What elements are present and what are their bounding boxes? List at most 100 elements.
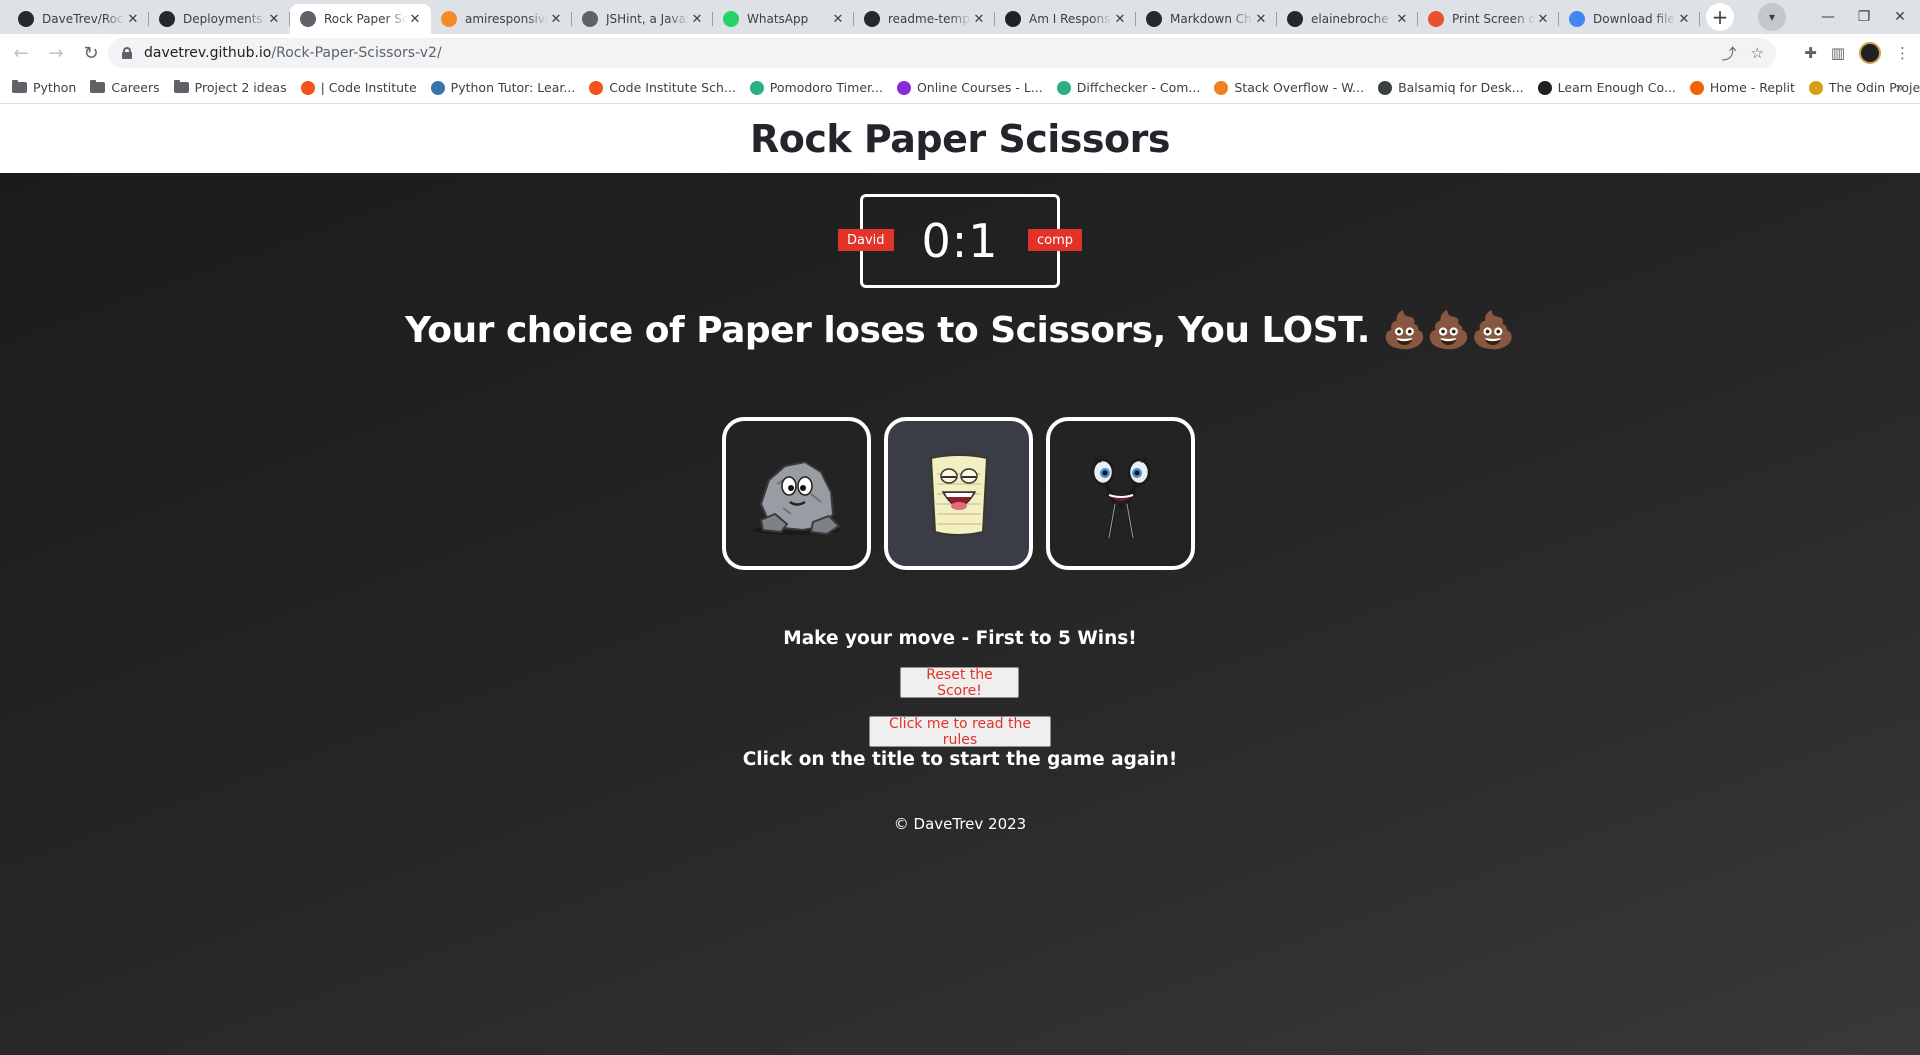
browser-tab[interactable]: Print Screen on Linux✕: [1418, 4, 1559, 34]
browser-tab[interactable]: DaveTrev/Rock-Paper-Scissors-v2✕: [8, 4, 149, 34]
paper-button[interactable]: [884, 417, 1033, 570]
browser-tab[interactable]: readme-template✕: [854, 4, 995, 34]
restart-hint: Click on the title to start the game aga…: [742, 749, 1178, 770]
tab-close-icon[interactable]: ✕: [1394, 12, 1410, 27]
bookmark-label: | Code Institute: [320, 80, 417, 95]
close-window-button[interactable]: ✕: [1884, 9, 1916, 25]
reset-score-button[interactable]: Reset the Score!: [900, 667, 1019, 699]
browser-tab[interactable]: WhatsApp ✕: [713, 4, 854, 34]
new-tab-button[interactable]: +: [1706, 3, 1734, 31]
bookmark-item[interactable]: Home - Replit: [1689, 80, 1795, 95]
tab-close-icon[interactable]: ✕: [1253, 12, 1269, 27]
bookmark-label: Code Institute Sch...: [609, 80, 736, 95]
tab-title: Am I Responsive?: [1029, 12, 1112, 26]
tab-title: amiresponsive: [465, 12, 548, 26]
game-area: David 0:1 comp Your choice of Paper lose…: [0, 173, 1920, 1055]
site-favicon-icon: [896, 80, 911, 95]
bookmark-item[interactable]: Online Courses - L...: [896, 80, 1043, 95]
browser-tab[interactable]: Am I Responsive?✕: [995, 4, 1136, 34]
browser-tab[interactable]: Deployments ✕: [149, 4, 290, 34]
bookmark-label: The Odin Project: [1828, 80, 1920, 95]
extensions-icon[interactable]: ✚: [1804, 44, 1817, 62]
browser-tab[interactable]: Markdown Cheatsheet✕: [1136, 4, 1277, 34]
bookmark-item[interactable]: Learn Enough Co...: [1537, 80, 1676, 95]
site-favicon-icon: [1808, 80, 1823, 95]
browser-toolbar: ← → ↻ davetrev.github.io/Rock-Paper-Scis…: [0, 34, 1920, 72]
bookmarks-bar: Python Careers Project 2 ideas | Code Insti…: [0, 72, 1920, 104]
more-bookmarks-button[interactable]: »: [1895, 72, 1904, 104]
scissors-icon: [1091, 456, 1150, 538]
url-path: /Rock-Paper-Scissors-v2/: [271, 45, 442, 61]
omnibox-actions: ⤴ ☆: [1722, 38, 1764, 68]
side-panel-icon[interactable]: ▥: [1831, 44, 1845, 62]
scissors-button[interactable]: [1046, 417, 1195, 570]
tab-title: Rock Paper Scissors: [324, 12, 407, 26]
bookmark-item[interactable]: Code Institute Sch...: [589, 80, 736, 95]
bookmark-item[interactable]: | Code Institute: [300, 80, 417, 95]
profile-avatar[interactable]: [1859, 42, 1881, 64]
page-title[interactable]: Rock Paper Scissors: [750, 117, 1170, 161]
bookmark-label: Python: [33, 80, 77, 95]
browser-tab[interactable]: Rock Paper Scissors✕: [290, 4, 431, 34]
tab-close-icon[interactable]: ✕: [407, 12, 423, 27]
window-controls: ▾ — ❐ ✕: [1758, 0, 1920, 34]
site-favicon-icon: [1056, 80, 1071, 95]
browser-tab[interactable]: elainebroche ✕: [1277, 4, 1418, 34]
choice-buttons: [722, 417, 1195, 570]
bookmark-item[interactable]: Python: [12, 80, 76, 95]
footer-copyright: © DaveTrev 2023: [893, 815, 1027, 833]
address-bar[interactable]: davetrev.github.io/Rock-Paper-Scissors-v…: [108, 38, 1776, 68]
tab-close-icon[interactable]: ✕: [1535, 12, 1551, 27]
share-icon[interactable]: ⤴: [1722, 43, 1737, 64]
bookmark-label: Learn Enough Co...: [1557, 80, 1676, 95]
github-icon: [1287, 11, 1303, 27]
tab-title: Download files: [1593, 12, 1676, 26]
bookmark-star-icon[interactable]: ☆: [1751, 44, 1764, 62]
tab-strip: DaveTrev/Rock-Paper-Scissors-v2✕Deployme…: [0, 0, 1920, 34]
bookmark-label: Project 2 ideas: [194, 80, 287, 95]
restore-button[interactable]: ❐: [1848, 9, 1880, 25]
reload-button[interactable]: ↻: [77, 39, 105, 67]
minimize-button[interactable]: —: [1812, 9, 1844, 25]
bookmark-item[interactable]: Project 2 ideas: [173, 80, 287, 95]
menu-icon[interactable]: ⋮: [1895, 44, 1910, 62]
tab-search-button[interactable]: ▾: [1758, 3, 1786, 31]
bookmark-item[interactable]: Pomodoro Timer...: [749, 80, 883, 95]
bookmark-item[interactable]: Careers: [90, 80, 160, 95]
tab-close-icon[interactable]: ✕: [689, 12, 705, 27]
tab-title: DaveTrev/Rock-Paper-Scissors-v2: [42, 12, 125, 26]
tab-close-icon[interactable]: ✕: [830, 12, 846, 27]
globe-icon: [300, 11, 316, 27]
forward-button[interactable]: →: [42, 39, 70, 67]
browser-tab[interactable]: JSHint, a JavaScript Code Quality Tool✕: [572, 4, 713, 34]
bookmark-item[interactable]: Balsamiq for Desk...: [1378, 80, 1524, 95]
score-display: 0:1: [921, 214, 998, 268]
tab-close-icon[interactable]: ✕: [971, 12, 987, 27]
tab-title: readme-template: [888, 12, 971, 26]
rock-icon: [752, 460, 841, 535]
back-button[interactable]: ←: [7, 39, 35, 67]
user-score: 0: [921, 214, 952, 268]
tab-close-icon[interactable]: ✕: [1676, 12, 1692, 27]
tab-close-icon[interactable]: ✕: [1112, 12, 1128, 27]
bookmark-item[interactable]: Stack Overflow - W...: [1214, 80, 1364, 95]
move-prompt: Make your move - First to 5 Wins!: [783, 628, 1137, 649]
tab-close-icon[interactable]: ✕: [548, 12, 564, 27]
tab-close-icon[interactable]: ✕: [125, 12, 141, 27]
bookmark-item[interactable]: Python Tutor: Lear...: [430, 80, 575, 95]
tab-title: WhatsApp: [747, 12, 809, 26]
score-separator: :: [951, 214, 969, 268]
amiresponsive-icon: [441, 11, 457, 27]
github-icon: [159, 11, 175, 27]
bookmark-label: Balsamiq for Desk...: [1398, 80, 1524, 95]
site-favicon-icon: [1378, 80, 1393, 95]
toolbar-actions: ✚ ▥ ⋮: [1804, 34, 1910, 72]
globe-icon: [582, 11, 598, 27]
rock-button[interactable]: [722, 417, 871, 570]
browser-tab[interactable]: Download files ✕: [1559, 4, 1700, 34]
tab-close-icon[interactable]: ✕: [266, 12, 282, 27]
bookmark-item[interactable]: Diffchecker - Com...: [1056, 80, 1200, 95]
browser-tab[interactable]: amiresponsive ✕: [431, 4, 572, 34]
rules-button[interactable]: Click me to read the rules: [869, 716, 1051, 748]
bookmark-label: Stack Overflow - W...: [1234, 80, 1365, 95]
